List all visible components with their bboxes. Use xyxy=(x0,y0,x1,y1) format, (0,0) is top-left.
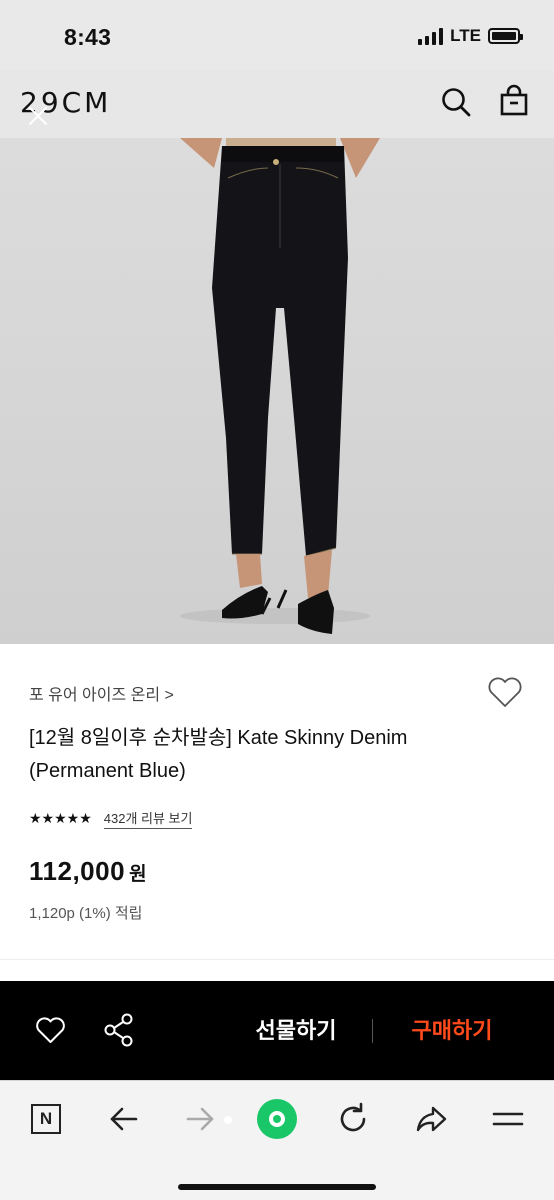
close-icon[interactable] xyxy=(26,104,50,128)
points-info: 1,120p (1%) 적립 xyxy=(29,905,143,922)
home-indicator xyxy=(178,1184,376,1190)
green-dot xyxy=(257,1099,297,1139)
brand-link[interactable]: 포 유어 아이즈 온리 > xyxy=(29,681,174,705)
price-value: 112,000 xyxy=(29,856,126,886)
button-separator xyxy=(372,1019,373,1043)
menu-icon[interactable] xyxy=(488,1099,528,1139)
forward-arrow-icon[interactable] xyxy=(180,1099,220,1139)
rating: ★★★★★ 432개 리뷰 보기 xyxy=(29,808,193,829)
product-image[interactable] xyxy=(0,138,554,644)
price-unit: 원 xyxy=(129,864,147,885)
product-info: 포 유어 아이즈 온리 > [12월 8일이후 순차발송] Kate Skinn… xyxy=(0,644,554,959)
signal-icon xyxy=(418,27,444,45)
share-arrow-icon[interactable] xyxy=(411,1099,451,1139)
back-arrow-icon[interactable] xyxy=(104,1099,144,1139)
heart-icon[interactable] xyxy=(35,1015,66,1045)
status-bar: 8:43 LTE xyxy=(0,0,554,70)
price: 112,000 원 xyxy=(29,856,147,887)
buy-button[interactable]: 구매하기 xyxy=(390,1011,514,1051)
battery-fill xyxy=(492,32,516,40)
app-header: 29CM xyxy=(0,70,554,138)
product-title: [12월 8일이후 순차발송] Kate Skinny Denim (Perma… xyxy=(29,727,408,782)
network-label: LTE xyxy=(450,26,481,45)
review-link[interactable]: 432개 리뷰 보기 xyxy=(103,808,193,829)
gift-button[interactable]: 선물하기 xyxy=(236,1011,356,1051)
shopping-bag-icon[interactable] xyxy=(497,84,531,118)
divider xyxy=(0,959,554,981)
page-indicator-dot xyxy=(224,1116,232,1124)
green-circle-icon[interactable] xyxy=(257,1099,297,1139)
reload-icon[interactable] xyxy=(333,1099,373,1139)
naver-n-label: N xyxy=(31,1104,61,1134)
battery-icon xyxy=(488,28,523,44)
search-icon[interactable] xyxy=(440,86,472,118)
rating-stars: ★★★★★ xyxy=(29,810,92,826)
naver-icon[interactable]: N xyxy=(26,1099,66,1139)
share-icon[interactable] xyxy=(103,1013,135,1047)
status-indicators: LTE xyxy=(418,26,523,46)
browser-toolbar: N xyxy=(0,1080,554,1200)
status-time: 8:43 xyxy=(64,24,112,50)
heart-icon[interactable] xyxy=(486,674,524,710)
jeans-photo xyxy=(180,138,380,634)
purchase-bar: 선물하기 구매하기 xyxy=(0,981,554,1080)
